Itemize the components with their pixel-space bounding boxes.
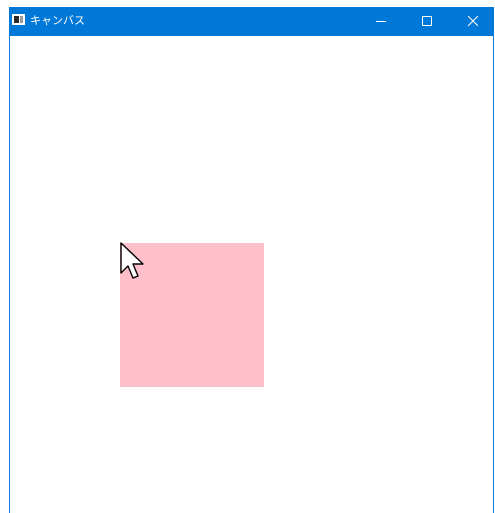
window-app-icon-left-pane — [14, 16, 19, 23]
window-title: キャンバス — [30, 14, 85, 27]
window-app-icon-right-pane — [20, 16, 23, 23]
screen: キャンバス — [0, 0, 495, 513]
title-bar[interactable]: キャンバス — [9, 7, 494, 36]
canvas-area[interactable] — [10, 36, 493, 513]
minimize-button[interactable] — [358, 7, 404, 36]
window-app-icon[interactable] — [12, 14, 25, 25]
close-button[interactable] — [450, 7, 495, 36]
maximize-button[interactable] — [404, 7, 450, 36]
close-icon — [468, 16, 478, 26]
app-window: キャンバス — [9, 7, 494, 513]
minimize-icon — [376, 21, 386, 22]
maximize-icon — [422, 16, 432, 26]
arrow-cursor-icon — [120, 242, 144, 279]
